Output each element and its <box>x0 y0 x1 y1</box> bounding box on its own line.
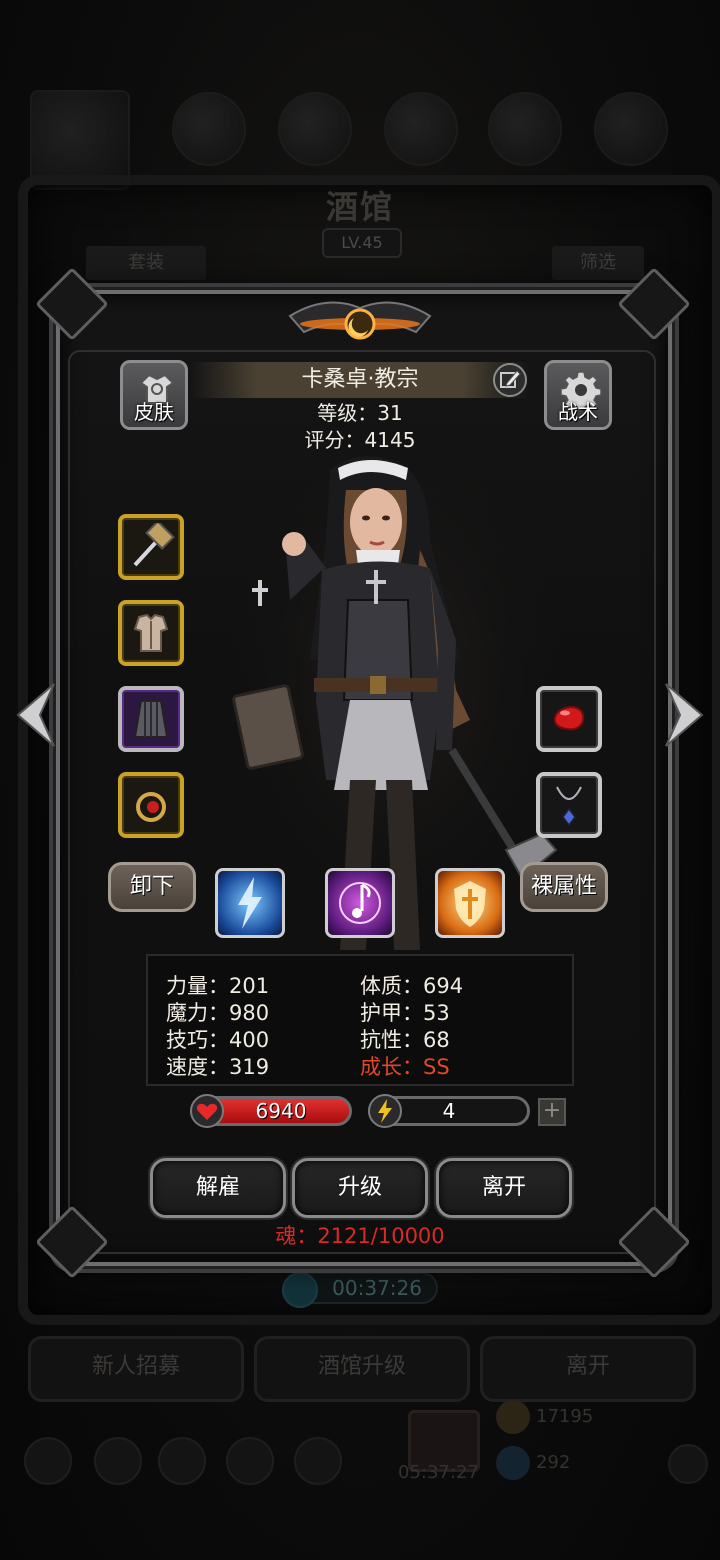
gold-resource: 17195 <box>496 1400 593 1434</box>
tavern-level: LV.45 <box>322 228 402 258</box>
add-resource-icon <box>668 1444 708 1484</box>
necklace-icon <box>556 786 582 827</box>
recruit-button: 新人招募 <box>28 1336 244 1402</box>
tavern-leave-button: 离开 <box>480 1336 696 1402</box>
next-hero-arrow-icon[interactable] <box>660 680 710 750</box>
gem-slot[interactable] <box>536 686 602 752</box>
cloak-slot[interactable] <box>118 686 184 752</box>
tavern-title: 酒馆 <box>325 188 394 226</box>
top-feature-icon-3 <box>384 92 458 166</box>
gem-icon <box>496 1446 530 1480</box>
stat-growth: 成长：SS <box>360 1055 450 1079</box>
tavern-timer: 00:37:26 <box>282 1272 438 1308</box>
red-gem-icon <box>553 705 585 731</box>
top-feature-icon-5 <box>594 92 668 166</box>
hp-value: 6940 <box>255 1099 307 1123</box>
cloak-icon <box>133 700 169 738</box>
base-attributes-button[interactable]: 裸属性 <box>520 862 608 912</box>
dismiss-button[interactable]: 解雇 <box>150 1158 286 1218</box>
holy-shield-skill-icon <box>454 881 486 927</box>
pencil-icon <box>500 370 521 388</box>
skill-slot-3[interactable] <box>435 868 505 938</box>
gem-resource: 292 <box>496 1446 570 1480</box>
top-feature-icon-1 <box>172 92 246 166</box>
stat-skill: 技巧：400 <box>166 1028 270 1052</box>
hero-level: 等级：31 <box>317 401 403 425</box>
ring-icon <box>136 792 166 822</box>
top-feature-icon-2 <box>278 92 352 166</box>
stat-armor: 护甲：53 <box>360 1001 450 1025</box>
moon-crest-icon <box>288 301 432 340</box>
energy-value: 4 <box>442 1099 456 1123</box>
upgrade-button[interactable]: 升级 <box>292 1158 428 1218</box>
stat-constitution: 体质：694 <box>360 974 464 998</box>
heart-icon <box>190 1094 224 1128</box>
bottom-nav-icon-4 <box>226 1437 274 1485</box>
tavern-upgrade-button: 酒馆升级 <box>254 1336 470 1402</box>
accessory-slot[interactable] <box>118 772 184 838</box>
weapon-slot[interactable] <box>118 514 184 580</box>
unequip-button[interactable]: 卸下 <box>108 862 196 912</box>
leave-button[interactable]: 离开 <box>436 1158 572 1218</box>
stat-strength: 力量：201 <box>166 974 270 998</box>
stat-resistance: 抗性：68 <box>360 1028 450 1052</box>
gold-amount: 17195 <box>536 1406 594 1427</box>
bottom-nav-icon-2 <box>94 1437 142 1485</box>
armor-icon <box>133 613 169 652</box>
hammer-icon <box>133 523 175 567</box>
top-feature-icon-4 <box>488 92 562 166</box>
lightning-skill-icon <box>238 877 262 929</box>
stat-magic: 魔力：980 <box>166 1001 270 1025</box>
hero-score: 评分：4145 <box>304 428 416 452</box>
bottom-nav-icon-3 <box>158 1437 206 1485</box>
set-tag: 套装 <box>86 246 206 280</box>
gold-coin-icon <box>496 1400 530 1434</box>
filter-tag: 筛选 <box>552 246 644 280</box>
prev-hero-arrow-icon[interactable] <box>10 680 60 750</box>
add-energy-button[interactable]: + <box>538 1098 566 1126</box>
necklace-slot[interactable] <box>536 772 602 838</box>
stat-speed: 速度：319 <box>166 1055 270 1079</box>
energy-bolt-icon <box>368 1094 402 1128</box>
tavern-timer-text: 00:37:26 <box>332 1276 422 1300</box>
soul-progress: 魂：2121/10000 <box>275 1224 445 1248</box>
skill-slot-1[interactable] <box>215 868 285 938</box>
gem-amount: 292 <box>536 1452 571 1473</box>
bottom-nav-icon-5 <box>294 1437 342 1485</box>
skill-slot-2[interactable] <box>325 868 395 938</box>
gift-timer: 05:37:27 <box>398 1462 479 1483</box>
hero-name: 卡桑卓·教宗 <box>190 362 530 398</box>
bottom-nav-icon-1 <box>24 1437 72 1485</box>
music-skill-icon <box>339 882 381 924</box>
armor-slot[interactable] <box>118 600 184 666</box>
rename-button[interactable] <box>493 363 527 397</box>
clock-icon <box>282 1272 318 1308</box>
